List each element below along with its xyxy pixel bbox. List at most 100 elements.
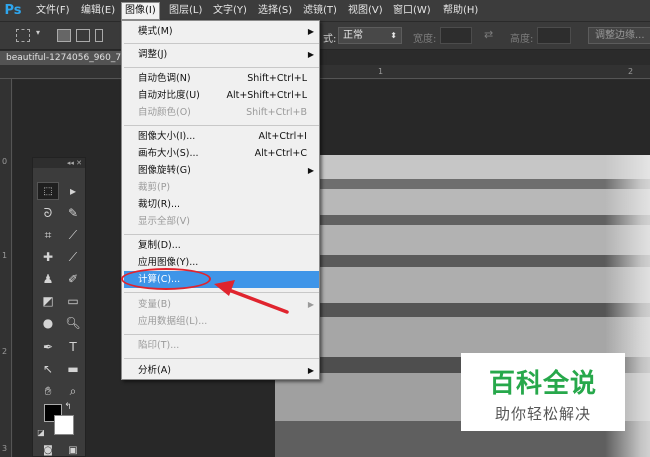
quick-mask-icon[interactable]: ◙ <box>37 442 59 457</box>
stair-shadow <box>275 303 650 317</box>
background-color-swatch[interactable] <box>54 415 74 435</box>
menu-item-image-rotation[interactable]: 图像旋转(G) ▶ <box>124 162 319 179</box>
ruler-left-tick: 3 <box>2 444 8 453</box>
dodge-tool-icon[interactable]: 🔍︎ <box>62 314 84 332</box>
refine-edge-button[interactable]: 调整边缘... <box>588 27 650 44</box>
menu-item-label: 图像大小(I)... <box>138 131 196 142</box>
submenu-arrow-icon: ▶ <box>307 366 314 375</box>
tools-panel-header[interactable]: ◂◂ ✕ <box>33 158 85 168</box>
stair-shadow <box>275 215 650 225</box>
menu-item-label: 画布大小(S)... <box>138 148 199 159</box>
menu-separator <box>124 234 319 235</box>
submenu-arrow-icon: ▶ <box>307 50 314 59</box>
watermark-subtitle: 助你轻松解决 <box>494 405 591 423</box>
menu-file[interactable]: 文件(F) <box>33 3 73 19</box>
brush-tool-icon[interactable]: ⟋ <box>62 248 84 266</box>
menu-item-auto-contrast[interactable]: 自动对比度(U) Alt+Shift+Ctrl+L <box>124 87 319 104</box>
submenu-arrow-icon: ▶ <box>307 300 314 309</box>
menu-item-label: 裁切(R)... <box>138 199 181 210</box>
style-select-value: 正常 <box>343 30 363 41</box>
menu-item-label: 图像旋转(G) <box>138 165 191 176</box>
menu-item-label: 复制(D)... <box>138 240 181 251</box>
menu-item-label: 显示全部(V) <box>138 216 190 227</box>
swap-colors-icon[interactable]: ↰ <box>62 398 74 416</box>
crop-tool-icon[interactable]: ⌗ <box>37 226 59 244</box>
menu-help[interactable]: 帮助(H) <box>440 3 481 19</box>
width-label: 宽度: <box>413 34 437 45</box>
quick-select-tool-icon[interactable]: ✎ <box>62 204 84 222</box>
marquee-preset-icon[interactable] <box>16 29 30 42</box>
menu-item-auto-tone[interactable]: 自动色调(N) Shift+Ctrl+L <box>124 70 319 87</box>
style-label: 式: <box>323 34 337 45</box>
photoshop-logo: Ps <box>4 3 22 18</box>
gradient-tool-icon[interactable]: ▭ <box>62 292 84 310</box>
menu-item-analysis[interactable]: 分析(A) ▶ <box>124 362 319 379</box>
menu-view[interactable]: 视图(V) <box>345 3 386 19</box>
menu-separator <box>124 67 319 68</box>
menu-item-label: 自动色调(N) <box>138 73 191 84</box>
menu-item-image-size[interactable]: 图像大小(I)... Alt+Ctrl+I <box>124 128 319 145</box>
ruler-left-tick: 2 <box>2 347 8 356</box>
menu-item-canvas-size[interactable]: 画布大小(S)... Alt+Ctrl+C <box>124 145 319 162</box>
menu-item-duplicate[interactable]: 复制(D)... <box>124 237 319 254</box>
image-menu-dropdown: 模式(M) ▶ 调整(J) ▶ 自动色调(N) Shift+Ctrl+L 自动对比度(… <box>121 20 320 380</box>
default-colors-icon[interactable]: ◪ <box>35 424 47 442</box>
document-tab[interactable]: beautiful-1274056_960_7 <box>0 51 128 65</box>
new-selection-icon[interactable] <box>57 29 71 42</box>
menu-bar: Ps 文件(F) 编辑(E) 图像(I) 图层(L) 文字(Y) 选择(S) 滤… <box>0 0 650 22</box>
annotation-ellipse <box>121 268 211 290</box>
options-bar: ▾ 式: 正常 ⬍ 宽度: ⇄ 高度: 调整边缘... <box>0 22 650 50</box>
shape-tool-icon[interactable]: ▬ <box>62 360 84 378</box>
tools-panel: ◂◂ ✕ ⬚ ▸ ᘐ ✎ ⌗ ⟋ ✚ ⟋ ♟ ✐ ◩ ▭ ● 🔍︎ ✒ T ↖ … <box>32 157 86 457</box>
menu-window[interactable]: 窗口(W) <box>390 3 434 19</box>
menu-separator <box>124 125 319 126</box>
menu-item-shortcut: Alt+Ctrl+I <box>258 131 308 142</box>
pen-tool-icon[interactable]: ✒ <box>37 338 59 356</box>
menu-item-auto-color: 自动颜色(O) Shift+Ctrl+B <box>124 104 319 121</box>
menu-item-label: 模式(M) <box>138 26 173 37</box>
hand-tool-icon[interactable]: ✋︎ <box>37 382 59 400</box>
menu-item-trim[interactable]: 裁切(R)... <box>124 196 319 213</box>
stair-step <box>275 155 650 179</box>
watermark-title: 百科全说 <box>488 369 597 399</box>
menu-item-shortcut: Shift+Ctrl+L <box>247 73 307 84</box>
height-label: 高度: <box>510 34 534 45</box>
ruler-top-tick: 2 <box>628 67 634 76</box>
menu-item-label: 自动对比度(U) <box>138 90 200 101</box>
menu-item-adjustments[interactable]: 调整(J) ▶ <box>124 46 319 63</box>
menu-type[interactable]: 文字(Y) <box>210 3 250 19</box>
menu-separator <box>124 358 319 359</box>
screen-mode-icon[interactable]: ▣ <box>62 442 84 457</box>
eraser-tool-icon[interactable]: ◩ <box>37 292 59 310</box>
menu-filter[interactable]: 滤镜(T) <box>300 3 340 19</box>
path-select-tool-icon[interactable]: ↖ <box>37 360 59 378</box>
height-field[interactable] <box>537 27 571 44</box>
menu-item-shortcut: Shift+Ctrl+B <box>246 107 307 118</box>
menu-image[interactable]: 图像(I) <box>121 2 160 20</box>
ruler-left-tick: 1 <box>2 251 8 260</box>
clone-stamp-tool-icon[interactable]: ♟ <box>37 270 59 288</box>
move-tool-icon[interactable]: ▸ <box>62 182 84 200</box>
style-select[interactable]: 正常 ⬍ <box>338 27 402 44</box>
blur-tool-icon[interactable]: ● <box>37 314 59 332</box>
menu-select[interactable]: 选择(S) <box>255 3 295 19</box>
swap-icon[interactable]: ⇄ <box>484 28 493 41</box>
menu-item-crop: 裁剪(P) <box>124 179 319 196</box>
subtract-selection-icon[interactable] <box>95 29 103 42</box>
type-tool-icon[interactable]: T <box>62 338 84 356</box>
healing-brush-tool-icon[interactable]: ✚ <box>37 248 59 266</box>
menu-item-label: 裁剪(P) <box>138 182 171 193</box>
menu-item-mode[interactable]: 模式(M) ▶ <box>124 23 319 40</box>
menu-edit[interactable]: 编辑(E) <box>78 3 118 19</box>
history-brush-tool-icon[interactable]: ✐ <box>62 270 84 288</box>
eyedropper-tool-icon[interactable]: ⟋ <box>62 226 84 244</box>
menu-item-label: 分析(A) <box>138 365 171 376</box>
stair-shadow <box>275 179 650 189</box>
add-selection-icon[interactable] <box>76 29 90 42</box>
stair-step <box>275 317 650 357</box>
menu-layer[interactable]: 图层(L) <box>166 3 205 19</box>
width-field[interactable] <box>440 27 472 44</box>
marquee-tool-icon[interactable]: ⬚ <box>37 182 59 200</box>
chevron-down-icon[interactable]: ▾ <box>36 28 40 37</box>
lasso-tool-icon[interactable]: ᘐ <box>37 204 59 222</box>
